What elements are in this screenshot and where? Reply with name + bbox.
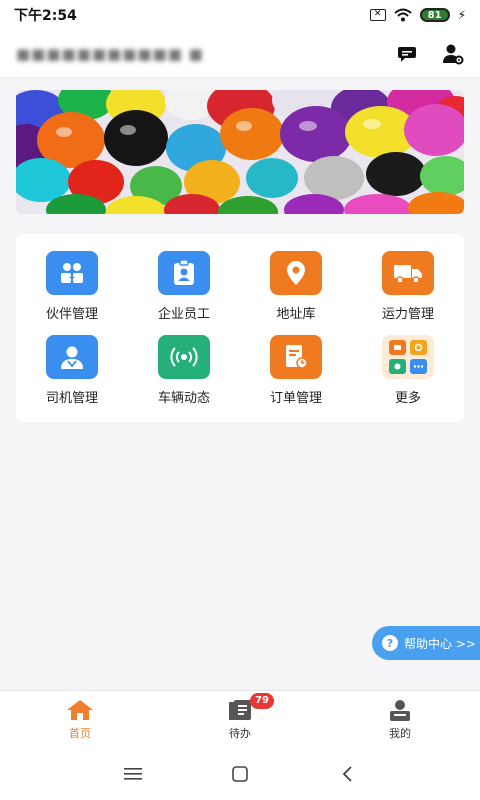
- grid-label: 车辆动态: [157, 390, 210, 406]
- message-icon[interactable]: [396, 43, 418, 65]
- notification-muted-icon: ✕: [369, 9, 386, 21]
- menu-icon[interactable]: [118, 759, 148, 789]
- tab-todo[interactable]: 待办 79: [160, 691, 320, 748]
- home-icon: [67, 699, 93, 720]
- driver-icon: [46, 334, 98, 379]
- tab-label: 我的: [389, 726, 411, 740]
- home-square-icon[interactable]: [225, 759, 255, 789]
- help-center-label: 帮助中心 >>: [404, 636, 476, 651]
- user-settings-icon[interactable]: [442, 43, 464, 65]
- status-icons: ✕ 81 ⚡: [369, 8, 466, 22]
- promo-banner[interactable]: [16, 90, 464, 214]
- grid-item-address-book[interactable]: 地址库: [240, 244, 352, 328]
- partners-icon: [46, 250, 98, 295]
- balloons-image: [16, 90, 464, 214]
- grid-label: 地址库: [276, 306, 316, 322]
- grid-item-capacity[interactable]: 运力管理: [352, 244, 464, 328]
- app-header: ■■■■■■■■■■■ ■: [0, 30, 480, 78]
- header-actions: [396, 43, 464, 65]
- function-grid: 伙伴管理 企业员工 地址库 运力管理 司机管理 车辆动态 订单管理 更多: [16, 234, 464, 422]
- profile-icon: [390, 699, 410, 721]
- wifi-icon: [393, 8, 412, 22]
- signal-broadcast-icon: [158, 334, 210, 379]
- bottom-tab-bar: 首页 待办 79 我的: [0, 690, 480, 748]
- question-icon: ?: [382, 635, 398, 651]
- grid-label: 伙伴管理: [45, 306, 98, 322]
- grid-item-more[interactable]: 更多: [352, 328, 464, 412]
- grid-label: 订单管理: [269, 390, 322, 406]
- todo-count-badge: 79: [250, 693, 274, 709]
- charging-icon: ⚡: [457, 8, 466, 22]
- grid-label: 运力管理: [381, 306, 434, 322]
- system-navigation-bar: [0, 748, 480, 800]
- help-center-button[interactable]: ? 帮助中心 >>: [372, 626, 480, 660]
- truck-icon: [382, 250, 434, 295]
- tab-label: 待办: [229, 726, 251, 740]
- battery-icon: 81: [419, 8, 450, 22]
- status-bar: 下午2:54 ✕ 81 ⚡: [0, 0, 480, 30]
- grid-item-vehicle-status[interactable]: 车辆动态: [128, 328, 240, 412]
- more-apps-icon: [382, 334, 434, 379]
- grid-item-partners[interactable]: 伙伴管理: [16, 244, 128, 328]
- order-document-icon: [270, 334, 322, 379]
- grid-label: 更多: [394, 390, 421, 406]
- grid-label: 司机管理: [45, 390, 98, 406]
- company-name: ■■■■■■■■■■■ ■: [16, 44, 204, 63]
- tab-label: 首页: [69, 726, 91, 740]
- employee-badge-icon: [158, 250, 210, 295]
- back-icon[interactable]: [332, 759, 362, 789]
- status-time: 下午2:54: [14, 8, 77, 24]
- location-pin-icon: [270, 250, 322, 295]
- tab-home[interactable]: 首页: [0, 691, 160, 748]
- grid-item-employees[interactable]: 企业员工: [128, 244, 240, 328]
- grid-item-drivers[interactable]: 司机管理: [16, 328, 128, 412]
- grid-item-orders[interactable]: 订单管理: [240, 328, 352, 412]
- tab-profile[interactable]: 我的: [320, 691, 480, 748]
- grid-label: 企业员工: [157, 306, 210, 322]
